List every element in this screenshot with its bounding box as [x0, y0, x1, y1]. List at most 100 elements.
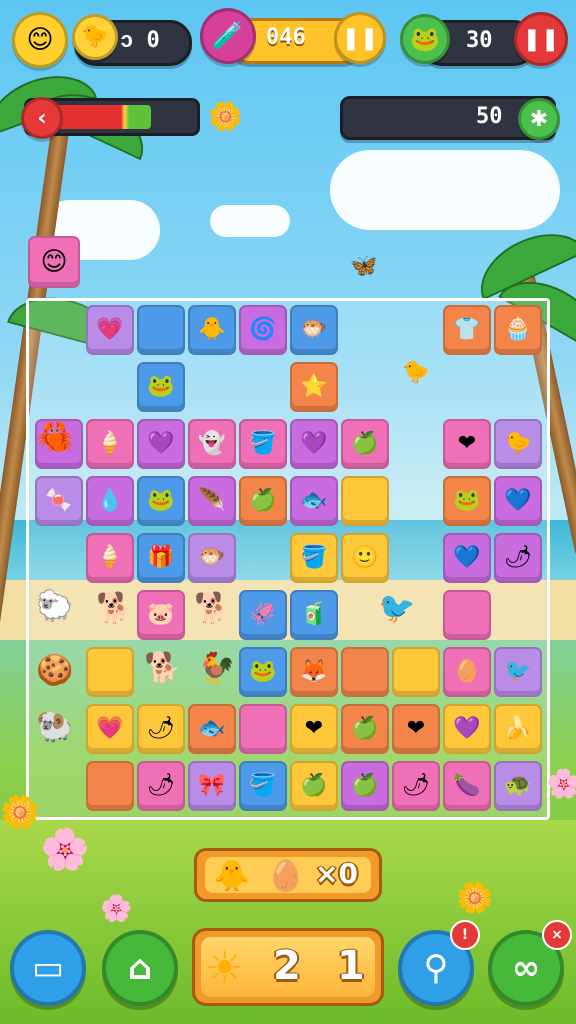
- frog-badge: 🐸: [400, 14, 450, 64]
- board-tile[interactable]: 🍆: [443, 761, 491, 811]
- board-tile[interactable]: 🐡: [188, 533, 236, 583]
- board-tile[interactable]: 🐸: [137, 476, 185, 526]
- board-tile[interactable]: 🌀: [239, 305, 287, 355]
- board-tile[interactable]: 💧: [86, 476, 134, 526]
- board-tile[interactable]: 🦊: [290, 647, 338, 697]
- board-tile[interactable]: 💗: [86, 305, 134, 355]
- critter-crab: 🦀: [36, 417, 74, 452]
- board-tile[interactable]: 🪣: [239, 419, 287, 469]
- board-tile[interactable]: [86, 761, 134, 811]
- duck-icon: 🐤: [81, 24, 109, 49]
- board-tile[interactable]: 🌶: [392, 761, 440, 811]
- chat-button[interactable]: ▭: [10, 930, 86, 1006]
- critter-bird: 🐤: [402, 360, 430, 385]
- plus-icon: ✱: [529, 106, 549, 132]
- board-tile[interactable]: 🧃: [290, 590, 338, 640]
- board-tile[interactable]: 🍏: [341, 761, 389, 811]
- critter-dog: 🐕: [194, 591, 232, 626]
- cloud: [210, 205, 290, 237]
- board-tile[interactable]: 🐸: [239, 647, 287, 697]
- health-bar: ‹: [21, 97, 200, 139]
- pause-button[interactable]: ❚❚: [334, 12, 386, 64]
- board-tile[interactable]: 🐸: [137, 362, 185, 412]
- board-tile[interactable]: 🍏: [341, 419, 389, 469]
- board-tile[interactable]: 🍏: [239, 476, 287, 526]
- flower: 🌸: [546, 767, 576, 800]
- moves-left-digit: 2: [273, 943, 301, 989]
- board-tile[interactable]: 👻: [188, 419, 236, 469]
- board-tile[interactable]: 🐸: [443, 476, 491, 526]
- board-tile[interactable]: ❤: [290, 704, 338, 754]
- flower: 🌸: [40, 827, 90, 873]
- board-tile[interactable]: [137, 305, 185, 355]
- pause-icon: ❚❚: [341, 25, 379, 51]
- critter-dog: 🐕: [144, 651, 182, 686]
- left-counter: ↄ 0: [120, 28, 160, 53]
- flower: 🌼: [0, 793, 40, 831]
- board-tile[interactable]: 🙂: [341, 533, 389, 583]
- board-tile[interactable]: 🍌: [494, 704, 542, 754]
- board-tile[interactable]: 🐤: [494, 419, 542, 469]
- player-avatar[interactable]: 😊: [12, 12, 68, 68]
- board-tile[interactable]: 🌶: [137, 704, 185, 754]
- critter-dog: 🐑: [36, 589, 74, 624]
- board-tile[interactable]: [239, 704, 287, 754]
- stop-icon: ❚❚: [522, 26, 560, 52]
- board-tile[interactable]: [341, 476, 389, 526]
- board-tile[interactable]: 🍬: [35, 476, 83, 526]
- board-tile[interactable]: [341, 647, 389, 697]
- board-tile[interactable]: 🍦: [86, 533, 134, 583]
- board-tile[interactable]: 🥚: [443, 647, 491, 697]
- goal-value: 50: [476, 104, 503, 129]
- home-button[interactable]: ⌂: [102, 930, 178, 1006]
- moves-right-digit: 1: [337, 943, 365, 989]
- board-tile[interactable]: [443, 590, 491, 640]
- board-tile[interactable]: [392, 647, 440, 697]
- board-tile[interactable]: 🐟: [290, 476, 338, 526]
- board-tile[interactable]: 🐥: [188, 305, 236, 355]
- critter-lamb: 🐏: [36, 709, 74, 744]
- board-tile[interactable]: 💜: [137, 419, 185, 469]
- stop-button[interactable]: ❚❚: [514, 12, 568, 66]
- board-tile[interactable]: 🍏: [290, 761, 338, 811]
- back-button[interactable]: ‹: [21, 97, 63, 139]
- board-tile[interactable]: 🐦: [494, 647, 542, 697]
- board-tile[interactable]: 🐟: [188, 704, 236, 754]
- moves-panel: ☀ 2 1: [192, 928, 384, 1006]
- board-tile[interactable]: 🐢: [494, 761, 542, 811]
- board-tile[interactable]: 🪣: [290, 533, 338, 583]
- board-tile[interactable]: 🌶: [494, 533, 542, 583]
- board-tile[interactable]: 💙: [494, 476, 542, 526]
- board-tile[interactable]: 🍦: [86, 419, 134, 469]
- board-tile[interactable]: 🐡: [290, 305, 338, 355]
- board-tile[interactable]: 🌶: [137, 761, 185, 811]
- potion-badge: 🧪: [200, 8, 256, 64]
- star-flower-icon: 🌼: [208, 100, 243, 133]
- board-tile[interactable]: 🧁: [494, 305, 542, 355]
- board-tile[interactable]: 💜: [443, 704, 491, 754]
- board-tile[interactable]: 💜: [290, 419, 338, 469]
- board-tile[interactable]: ❤: [392, 704, 440, 754]
- combo-panel: 🐥 🥚 ×0: [194, 848, 382, 902]
- combo-count: ×0: [315, 857, 358, 890]
- board-tile[interactable]: 🎁: [137, 533, 185, 583]
- board-tile[interactable]: [86, 647, 134, 697]
- board-tile[interactable]: 🦑: [239, 590, 287, 640]
- board-tile[interactable]: 👕: [443, 305, 491, 355]
- board-tile[interactable]: 🍏: [341, 704, 389, 754]
- board-tile[interactable]: ❤: [443, 419, 491, 469]
- share-icon: ∞: [511, 948, 541, 988]
- search-notification-badge: !: [450, 920, 480, 950]
- board-tile[interactable]: ⭐: [290, 362, 338, 412]
- board-tile[interactable]: 🎀: [188, 761, 236, 811]
- score-value: 046: [266, 25, 306, 50]
- board-tile[interactable]: 🪣: [239, 761, 287, 811]
- board-tile[interactable]: 💙: [443, 533, 491, 583]
- board-tile[interactable]: 💗: [86, 704, 134, 754]
- home-icon: ⌂: [127, 948, 153, 988]
- board-tile[interactable]: 🐷: [137, 590, 185, 640]
- board-tile[interactable]: 🪶: [188, 476, 236, 526]
- add-button[interactable]: ✱: [518, 98, 560, 140]
- back-arrow-icon: ‹: [37, 105, 47, 131]
- egg-icon: 🥚: [267, 859, 305, 894]
